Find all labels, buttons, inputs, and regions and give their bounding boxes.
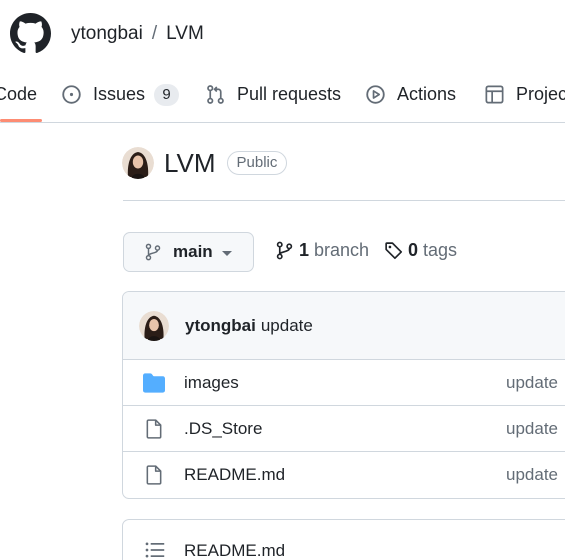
commit-message[interactable]: update <box>261 316 313 336</box>
readme-title[interactable]: README.md <box>184 541 285 560</box>
tab-code[interactable]: Code <box>0 66 37 123</box>
tab-projects-label: Projec <box>516 84 565 104</box>
repo-header: LVM Public <box>122 145 288 181</box>
issues-counter: 9 <box>154 83 180 106</box>
repo-title[interactable]: LVM <box>164 148 216 179</box>
file-commit-message[interactable]: update <box>506 465 558 485</box>
tag-count-label: tags <box>423 240 458 260</box>
branches-link[interactable]: 1 branch <box>275 240 369 261</box>
git-branch-icon <box>145 243 161 261</box>
owner-link[interactable]: ytongbai <box>71 23 143 44</box>
latest-commit-row: ytongbai update <box>123 292 565 360</box>
branch-count-label: branch <box>314 240 370 260</box>
owner-avatar[interactable] <box>122 147 154 179</box>
table-icon <box>485 85 504 104</box>
breadcrumb-separator: / <box>151 23 158 44</box>
list-item[interactable]: images update <box>123 360 565 406</box>
github-logo-icon[interactable] <box>10 13 51 54</box>
file-list: ytongbai update images update .DS_Store … <box>122 291 565 499</box>
play-icon <box>366 85 385 104</box>
file-name[interactable]: README.md <box>184 465 285 485</box>
tab-actions[interactable]: Actions <box>365 66 456 123</box>
repo-tabs: Code Issues 9 Pull requests Actions Proj… <box>0 66 565 123</box>
file-name[interactable]: images <box>184 373 239 393</box>
issue-opened-icon <box>62 85 81 104</box>
tab-pull-requests-label: Pull requests <box>237 84 342 104</box>
file-icon <box>146 419 162 439</box>
tab-issues-label: Issues <box>93 84 146 104</box>
branch-selector-button[interactable]: main <box>123 232 254 272</box>
folder-icon <box>143 373 165 393</box>
file-commit-message[interactable]: update <box>506 373 558 393</box>
branch-count: 1 <box>299 240 310 260</box>
branch-name: main <box>173 242 213 261</box>
top-bar: ytongbai / LVM <box>0 0 565 66</box>
visibility-badge: Public <box>226 151 288 175</box>
list-unordered-icon[interactable] <box>145 542 165 558</box>
chevron-down-icon <box>221 251 232 256</box>
commit-author[interactable]: ytongbai <box>185 316 256 336</box>
tab-projects[interactable]: Projec <box>484 66 565 123</box>
file-commit-message[interactable]: update <box>506 419 558 439</box>
breadcrumb: ytongbai / LVM <box>71 22 204 46</box>
active-tab-indicator <box>0 119 42 122</box>
pull-request-icon <box>207 85 224 104</box>
tab-actions-label: Actions <box>397 84 457 104</box>
file-name[interactable]: .DS_Store <box>184 419 262 439</box>
git-branch-icon <box>276 241 293 260</box>
file-icon <box>146 465 162 485</box>
readme-panel: README.md <box>122 519 565 560</box>
tag-icon <box>385 242 403 260</box>
list-item[interactable]: .DS_Store update <box>123 406 565 452</box>
tab-issues[interactable]: Issues 9 <box>61 66 180 123</box>
divider <box>123 200 565 201</box>
repo-link[interactable]: LVM <box>166 23 204 44</box>
tag-count: 0 <box>408 240 419 260</box>
commit-author-avatar[interactable] <box>139 310 169 341</box>
list-item[interactable]: README.md update <box>123 452 565 498</box>
tab-code-label: Code <box>0 84 38 104</box>
tags-link[interactable]: 0 tags <box>384 240 457 261</box>
tab-pull-requests[interactable]: Pull requests <box>205 66 341 123</box>
